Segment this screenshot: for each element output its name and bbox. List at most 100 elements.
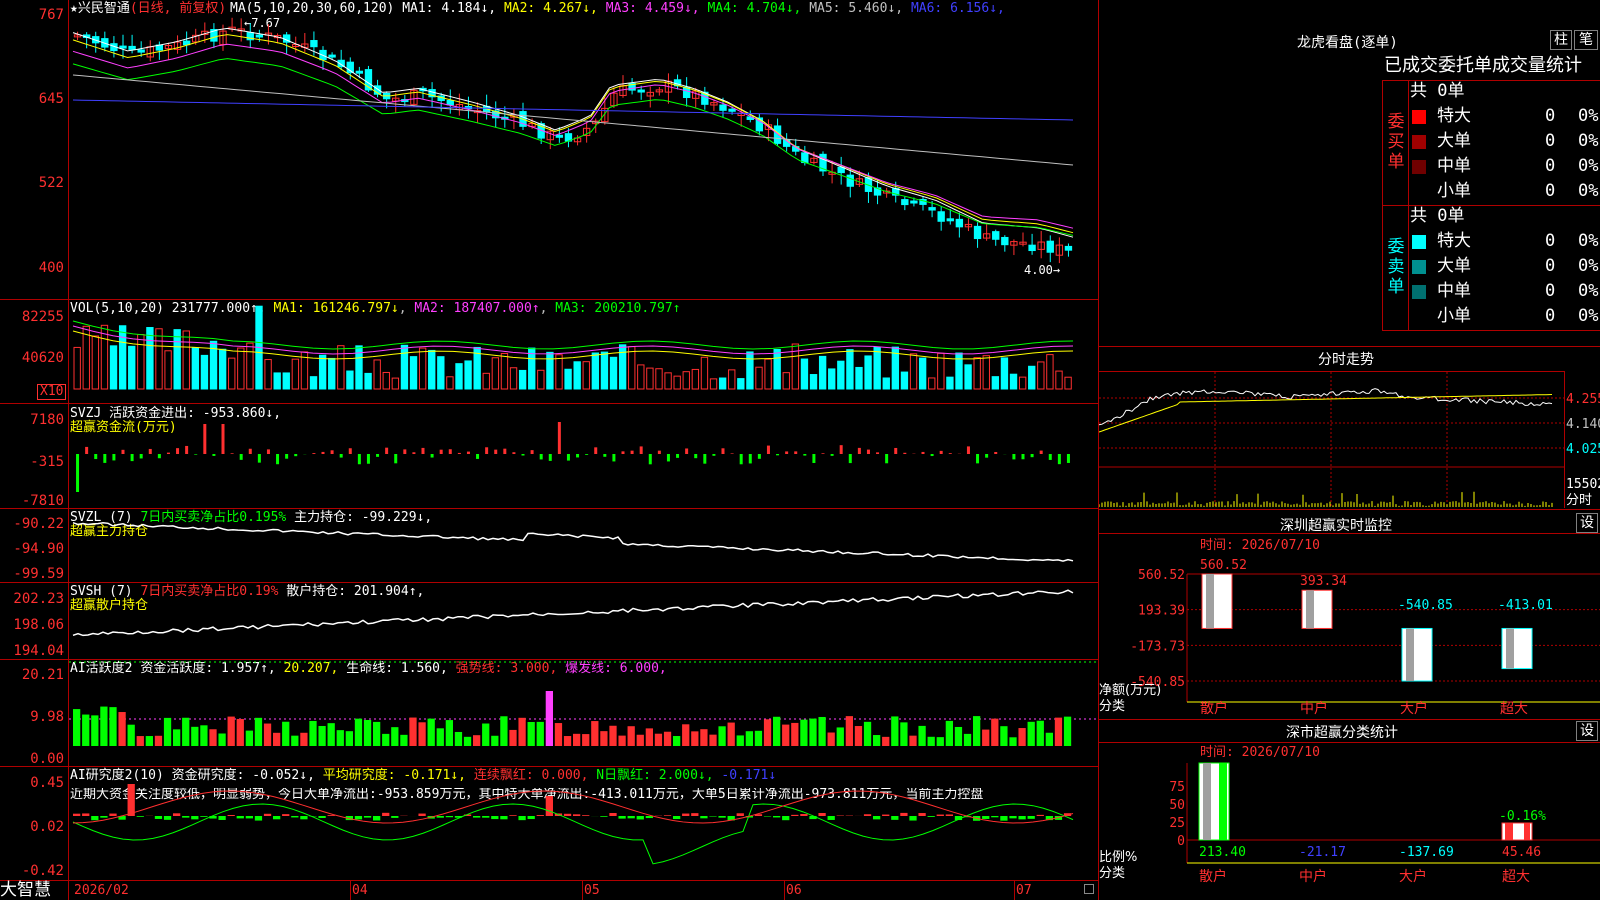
research-bar: [491, 816, 499, 820]
monitor-bar-shade: [1206, 574, 1214, 629]
activity-bar: [700, 729, 708, 746]
volume-bar: [309, 376, 318, 390]
volume-bar: [818, 355, 827, 390]
order-row-label: 小单: [1437, 306, 1471, 326]
activity-bar: [909, 735, 917, 746]
research-bar: [109, 813, 117, 816]
candlestick-chart[interactable]: [69, 0, 1098, 299]
volume-bar: [264, 359, 272, 390]
time-tick-mark: [582, 880, 583, 900]
flow-bar: [148, 448, 152, 454]
flow-bar: [930, 454, 934, 457]
monitor-bar-label: 393.34: [1300, 574, 1347, 589]
activity-bar: [554, 723, 563, 746]
volume-bar: [364, 372, 372, 390]
flow-bar: [330, 450, 334, 454]
monitor-bar-label: -540.85: [1398, 598, 1453, 613]
research-bar: [718, 816, 726, 818]
activity-bar: [318, 725, 326, 746]
volume-bar: [582, 361, 590, 390]
monitor-category: 超大: [1500, 701, 1528, 717]
activity-bar: [254, 717, 263, 746]
intraday-chart[interactable]: [1099, 372, 1564, 508]
activity-bar: [809, 718, 817, 746]
flow-bar: [248, 448, 252, 454]
time-tick-mark: [350, 880, 351, 900]
volume-bar: [246, 342, 254, 390]
volume-bar: [928, 377, 936, 390]
activity-bar: [1054, 717, 1063, 746]
flow-bar: [221, 424, 225, 454]
activity-bar: [863, 721, 872, 746]
tick-mode-button[interactable]: 笔: [1574, 30, 1598, 50]
intraday-vol-unit: 分时: [1566, 493, 1593, 508]
activity-bar: [409, 717, 417, 746]
activity-bar: [1009, 737, 1017, 746]
flow-bar: [421, 447, 425, 454]
activity-bar: [645, 728, 653, 746]
flow-bar: [948, 453, 952, 454]
volume-bar: [446, 376, 454, 390]
research-bar: [473, 816, 481, 818]
activity-bar: [745, 731, 753, 746]
volume-bar: [328, 357, 336, 390]
app-logo[interactable]: 大智慧: [0, 881, 51, 900]
activity-bar: [454, 731, 463, 746]
research-bar: [263, 813, 272, 816]
research-bar: [563, 813, 572, 816]
volume-bar: [218, 348, 227, 390]
order-row-n: 0: [1545, 106, 1556, 126]
intraday-avg-line: [1099, 394, 1553, 433]
order-size-swatch: [1412, 160, 1426, 174]
flow-bar: [94, 454, 98, 460]
activity-bar: [354, 718, 363, 746]
flow-bar: [566, 454, 570, 461]
order-row-n: 0: [1545, 256, 1556, 276]
stats-settings-button[interactable]: 设: [1576, 721, 1598, 741]
retail-holding-chart: [72, 589, 1074, 637]
activity-bar: [91, 715, 99, 746]
candle-body: [355, 70, 364, 74]
volume-bar: [828, 368, 836, 390]
candle-body: [255, 34, 264, 38]
candle-body: [1064, 245, 1073, 251]
activity-bar: [1027, 721, 1035, 746]
research-bar: [573, 814, 581, 816]
activity-bar: [936, 737, 944, 746]
flow-bar: [1066, 454, 1070, 463]
volume-bar: [600, 351, 609, 390]
bar-mode-button[interactable]: 柱: [1550, 30, 1572, 50]
candle-body: [846, 174, 854, 187]
research-bar: [791, 814, 799, 816]
order-row-p: 0%: [1578, 156, 1599, 176]
activity-bar: [600, 731, 608, 746]
research-bar: [709, 816, 717, 817]
moving-average-line: [72, 74, 1074, 166]
flow-bar: [776, 454, 780, 456]
research-bar: [582, 815, 590, 816]
monitor-settings-button[interactable]: 设: [1576, 513, 1598, 533]
volume-bar: [764, 358, 772, 390]
activity-bar: [609, 725, 617, 746]
flow-bar: [730, 453, 734, 454]
order-row-n: 0: [1545, 131, 1556, 151]
flow-bar: [357, 454, 361, 465]
lock-icon[interactable]: [1084, 884, 1094, 894]
order-size-swatch: [1412, 185, 1426, 199]
flow-bar: [612, 454, 616, 462]
price-tick: 400: [38, 260, 64, 276]
order-row-p: 0%: [1578, 306, 1599, 326]
flow-bar: [212, 454, 216, 456]
time-tick: 2026/02: [74, 883, 129, 898]
volume-bar: [509, 367, 518, 390]
candle-body: [946, 218, 954, 222]
research-bar: [182, 816, 190, 818]
order-row-label: 中单: [1437, 281, 1471, 301]
ai1-tick: 20.21: [21, 667, 64, 683]
volume-bar: [173, 329, 181, 390]
svsh-tick: 194.04: [13, 643, 64, 659]
activity-bar: [527, 722, 535, 746]
flow-bar: [548, 454, 552, 461]
candle-body: [1046, 240, 1054, 253]
sell-side-label: 委卖单: [1387, 237, 1405, 297]
